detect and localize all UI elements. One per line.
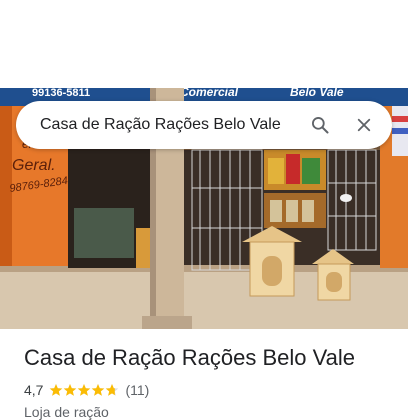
star-icon [106, 384, 119, 396]
wall-text-geral: Geral. [12, 157, 56, 174]
close-icon[interactable] [344, 105, 384, 145]
search-input[interactable]: Casa de Ração Rações Belo Vale [40, 116, 300, 134]
sign-comercial: Comercial [180, 88, 239, 99]
star-icon [64, 384, 77, 396]
star-icon [50, 384, 63, 396]
place-info: Casa de Ração Rações Belo Vale 4,7 (11) … [24, 344, 392, 420]
review-count[interactable]: (11) [125, 382, 149, 398]
sign-phone: 99136-5811 [32, 88, 90, 99]
place-title[interactable]: Casa de Ração Rações Belo Vale [24, 344, 392, 372]
rating-row[interactable]: 4,7 (11) [24, 380, 392, 400]
star-icon [92, 384, 105, 396]
search-icon[interactable] [300, 105, 340, 145]
search-bar[interactable]: Casa de Ração Rações Belo Vale [16, 101, 392, 149]
rating-stars [49, 383, 119, 397]
sign-belo-vale: Belo Vale [290, 88, 344, 99]
star-icon [78, 384, 91, 396]
rating-value: 4,7 [24, 382, 44, 398]
